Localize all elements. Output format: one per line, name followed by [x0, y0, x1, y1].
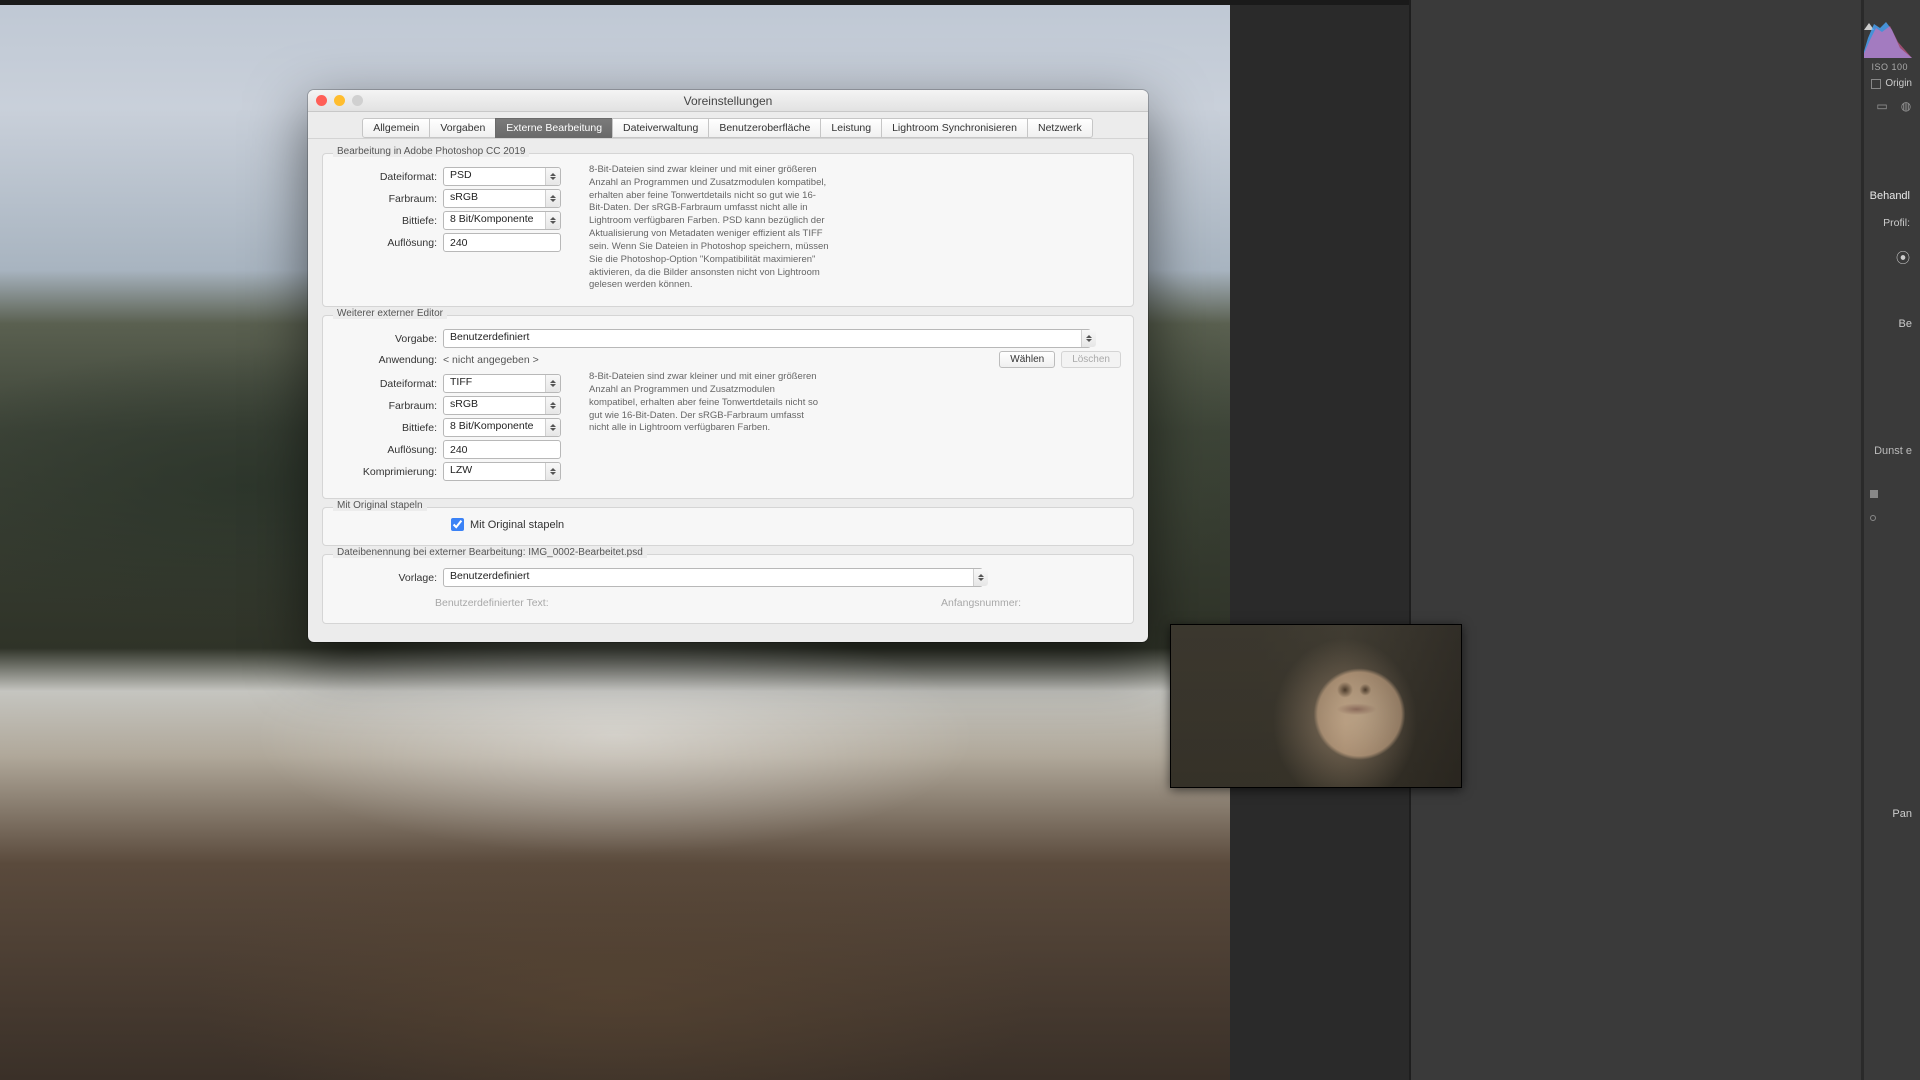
ext-bittiefe-select[interactable]: 8 Bit/Komponente: [443, 418, 561, 437]
external-editor-section: Weiterer externer Editor Vorgabe: Benutz…: [322, 315, 1134, 499]
preferences-tabs: Allgemein Vorgaben Externe Bearbeitung D…: [308, 112, 1148, 139]
farbraum-label: Farbraum:: [335, 193, 443, 205]
crop-icon[interactable]: ▭: [1874, 98, 1890, 114]
disclosure-icon[interactable]: [1870, 490, 1878, 498]
chevron-updown-icon: [545, 212, 560, 229]
chevron-updown-icon: [973, 569, 988, 586]
histogram[interactable]: [1862, 18, 1912, 58]
chevron-updown-icon: [545, 375, 560, 392]
chevron-updown-icon: [545, 463, 560, 480]
iso-label: ISO 100: [1871, 62, 1908, 72]
naming-section-title: Dateibenennung bei externer Bearbeitung:…: [333, 547, 647, 558]
behandlung-label: Behandl: [1870, 190, 1910, 202]
photoshop-description: 8-Bit-Dateien sind zwar kleiner und mit …: [589, 164, 829, 292]
stack-checkbox[interactable]: [451, 518, 464, 531]
eyedropper-icon[interactable]: ⦿: [1896, 248, 1910, 268]
vorlage-label: Vorlage:: [335, 572, 443, 584]
vorlage-select[interactable]: Benutzerdefiniert: [443, 568, 989, 587]
develop-panel: ISO 100 Origin ▭ ◍ Behandl Profil: ⦿ Be …: [1410, 0, 1920, 1080]
external-section-title: Weiterer externer Editor: [333, 308, 447, 319]
chevron-updown-icon: [545, 190, 560, 207]
panel-divider: [1409, 0, 1410, 1080]
dateiformat-label: Dateiformat:: [335, 171, 443, 183]
farbraum-select[interactable]: sRGB: [443, 189, 561, 208]
vorgabe-select[interactable]: Benutzerdefiniert: [443, 329, 1097, 348]
bittiefe-select[interactable]: 8 Bit/Komponente: [443, 211, 561, 230]
stack-section: Mit Original stapeln Mit Original stapel…: [322, 507, 1134, 546]
chevron-updown-icon: [545, 419, 560, 436]
anwendung-value: < nicht angegeben >: [443, 354, 999, 366]
tab-netzwerk[interactable]: Netzwerk: [1027, 118, 1093, 138]
tab-lightroom-sync[interactable]: Lightroom Synchronisieren: [881, 118, 1028, 138]
anwendung-label: Anwendung:: [335, 354, 443, 366]
spot-icon[interactable]: ◍: [1898, 98, 1914, 114]
ext-dateiformat-select[interactable]: TIFF: [443, 374, 561, 393]
komprimierung-label: Komprimierung:: [335, 466, 443, 478]
chevron-updown-icon: [1081, 330, 1096, 347]
ext-aufloesung-input[interactable]: [443, 440, 561, 459]
webcam-overlay: [1170, 624, 1462, 788]
aufloesung-label: Auflösung:: [335, 237, 443, 249]
delete-button: Löschen: [1061, 351, 1121, 368]
naming-section: Dateibenennung bei externer Bearbeitung:…: [322, 554, 1134, 624]
aufloesung-input[interactable]: [443, 233, 561, 252]
dunst-label: Dunst e: [1874, 445, 1912, 457]
ext-dateiformat-label: Dateiformat:: [335, 378, 443, 390]
chevron-updown-icon: [545, 168, 560, 185]
ext-farbraum-label: Farbraum:: [335, 400, 443, 412]
vorgabe-label: Vorgabe:: [335, 333, 443, 345]
photoshop-section-title: Bearbeitung in Adobe Photoshop CC 2019: [333, 146, 529, 157]
profil-label: Profil:: [1883, 217, 1910, 229]
panel-edge: [1861, 0, 1864, 1080]
original-checkbox[interactable]: [1871, 79, 1881, 89]
ext-aufloesung-label: Auflösung:: [335, 444, 443, 456]
photoshop-section: Bearbeitung in Adobe Photoshop CC 2019 D…: [322, 153, 1134, 307]
choose-button[interactable]: Wählen: [999, 351, 1055, 368]
dialog-title: Voreinstellungen: [308, 94, 1148, 108]
ext-farbraum-select[interactable]: sRGB: [443, 396, 561, 415]
tab-externe-bearbeitung[interactable]: Externe Bearbeitung: [495, 118, 613, 138]
tab-allgemein[interactable]: Allgemein: [362, 118, 430, 138]
tab-vorgaben[interactable]: Vorgaben: [429, 118, 496, 138]
belichtung-label: Be: [1899, 318, 1912, 330]
dateiformat-select[interactable]: PSD: [443, 167, 561, 186]
panel-label: Pan: [1892, 808, 1912, 820]
tab-benutzeroberflaeche[interactable]: Benutzeroberfläche: [708, 118, 821, 138]
start-number-label: Anfangsnummer:: [941, 597, 1021, 609]
chevron-updown-icon: [545, 397, 560, 414]
external-description: 8-Bit-Dateien sind zwar kleiner und mit …: [589, 371, 819, 435]
custom-text-label: Benutzerdefinierter Text:: [435, 597, 549, 609]
komprimierung-select[interactable]: LZW: [443, 462, 561, 481]
target-icon[interactable]: [1870, 515, 1876, 521]
ext-bittiefe-label: Bittiefe:: [335, 422, 443, 434]
stack-section-title: Mit Original stapeln: [333, 500, 427, 511]
stack-checkbox-label: Mit Original stapeln: [470, 519, 564, 531]
tab-dateiverwaltung[interactable]: Dateiverwaltung: [612, 118, 709, 138]
bittiefe-label: Bittiefe:: [335, 215, 443, 227]
stack-checkbox-row[interactable]: Mit Original stapeln: [451, 518, 1121, 531]
preferences-dialog: Voreinstellungen Allgemein Vorgaben Exte…: [308, 90, 1148, 642]
original-label: Origin: [1885, 78, 1912, 89]
tab-leistung[interactable]: Leistung: [820, 118, 882, 138]
dialog-titlebar[interactable]: Voreinstellungen: [308, 90, 1148, 112]
